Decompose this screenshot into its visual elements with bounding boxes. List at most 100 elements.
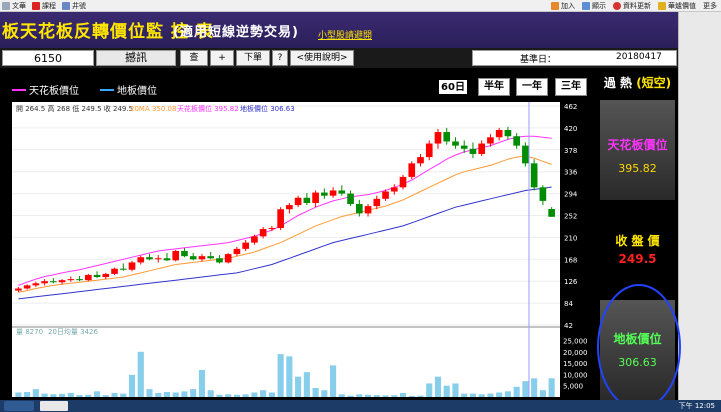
toolbar-value-label: 華爐價值	[668, 2, 696, 10]
volume-bar	[356, 394, 363, 397]
candle-body	[93, 274, 101, 278]
taskbar-clock: 下午 12:05	[678, 402, 715, 410]
base-date-value: 20180417	[616, 52, 662, 62]
volume-bar	[251, 392, 258, 397]
candle-body	[119, 268, 127, 270]
toolbar-file[interactable]: 文華	[2, 1, 26, 11]
taskbar: 下午 12:05	[0, 400, 721, 412]
volume-bar	[233, 394, 240, 397]
top-toolbar: 文華 課程 井號 加入 顯示 資料更新 華爐價值 更多	[0, 0, 721, 12]
candle-body	[425, 143, 433, 158]
candle-body	[469, 148, 477, 154]
price-tick-label: 336	[564, 169, 578, 177]
volume-bar	[417, 395, 424, 397]
candle-body	[216, 258, 223, 263]
volume-bar	[50, 394, 57, 397]
candle-body	[460, 145, 468, 149]
side-scroll-area[interactable]	[678, 12, 721, 400]
volume-bar	[198, 369, 206, 397]
candle-body	[495, 129, 503, 138]
close-value: 249.5	[618, 252, 657, 266]
price-tick-label: 378	[564, 147, 577, 155]
volume-bar	[531, 378, 538, 397]
toolbar-display[interactable]: 顯示	[582, 1, 606, 11]
price-tick-label: 252	[564, 213, 577, 221]
volume-bar	[321, 390, 328, 397]
title-bar: 板天花板反轉價位監 控 表 (適用短線逆勢交易) 小型股請避開	[0, 12, 678, 48]
toolbar-add[interactable]: 加入	[551, 1, 575, 11]
volume-bar	[469, 393, 477, 397]
order-button[interactable]: 下單	[236, 50, 270, 66]
volume-bar	[76, 394, 83, 397]
candle-body	[277, 209, 284, 229]
toolbar-refresh[interactable]: 資料更新	[613, 1, 651, 11]
toolbar-more[interactable]: 更多	[703, 1, 717, 11]
volume-bar	[155, 392, 162, 397]
candle-body	[355, 204, 363, 214]
volume-bar	[41, 393, 48, 397]
volume-bar	[102, 395, 109, 397]
query-button[interactable]: 查	[180, 50, 208, 66]
period-three-year-button[interactable]: 三年	[555, 78, 587, 96]
stock-name: 撼訊	[96, 50, 176, 66]
price-tick-label: 462	[564, 103, 577, 111]
overheat-header: 過 熱 (短空)	[597, 70, 678, 96]
volume-bar	[399, 392, 407, 397]
volume-bar	[163, 392, 171, 397]
candle-body	[487, 137, 494, 144]
stock-code-input[interactable]	[2, 50, 94, 66]
value-icon	[658, 2, 666, 10]
candle-body	[408, 163, 416, 177]
toolbar-grid[interactable]: 井號	[62, 1, 86, 11]
legend-ceiling: 天花板價位	[12, 82, 79, 97]
ceiling-title: 天花板價位	[607, 138, 668, 152]
candle-body	[23, 285, 31, 289]
period-half-year-button[interactable]: 半年	[478, 78, 510, 96]
candle-body	[321, 192, 328, 196]
period-60d-button[interactable]: 60日	[437, 78, 469, 96]
help-button[interactable]: ?	[272, 50, 288, 66]
manual-button[interactable]: <使用說明>	[290, 50, 354, 66]
candle-body	[452, 141, 459, 146]
volume-bar	[146, 389, 153, 397]
volume-bar	[32, 389, 39, 397]
volume-bar	[347, 395, 354, 397]
volume-bar	[242, 394, 249, 397]
candle-body	[84, 274, 92, 281]
toolbar-course-label: 課程	[42, 2, 56, 10]
candle-body	[312, 192, 319, 203]
volume-bar	[303, 372, 310, 397]
taskbar-app-button[interactable]	[40, 401, 68, 411]
candle-body	[364, 206, 372, 214]
candle-body	[522, 145, 529, 164]
volume-bar	[172, 392, 179, 397]
volume-bar	[391, 395, 398, 397]
small-cap-warning-link[interactable]: 小型股請避開	[318, 28, 372, 41]
toolbar-display-label: 顯示	[592, 2, 606, 10]
toolbar-more-label: 更多	[703, 2, 717, 10]
legend-floor-label: 地板價位	[117, 86, 157, 97]
candle-body	[268, 228, 276, 230]
short-label: (短空)	[636, 76, 672, 90]
toolbar-value[interactable]: 華爐價值	[658, 1, 696, 11]
candle-body	[478, 143, 486, 154]
candle-body	[172, 250, 180, 261]
start-button[interactable]	[4, 401, 34, 411]
toolbar-course[interactable]: 課程	[32, 1, 56, 11]
price-tick-label: 420	[564, 125, 577, 133]
volume-bar	[15, 392, 22, 397]
volume-bar	[434, 376, 442, 397]
volume-bar	[181, 391, 188, 397]
period-one-year-button[interactable]: 一年	[516, 78, 548, 96]
volume-bar	[128, 374, 136, 397]
price-tick-label: 42	[564, 322, 573, 330]
price-tick-label: 168	[564, 256, 577, 264]
chart-header: 天花板價位 地板價位 60日 半年 一年 三年	[0, 68, 597, 100]
candle-body	[417, 157, 424, 164]
add-button[interactable]: +	[210, 50, 234, 66]
volume-bar	[338, 394, 345, 397]
volume-tick-label: 10,000	[563, 371, 588, 379]
candle-body	[347, 193, 354, 205]
candle-body	[329, 190, 337, 196]
volume-panel-bg	[12, 327, 560, 397]
